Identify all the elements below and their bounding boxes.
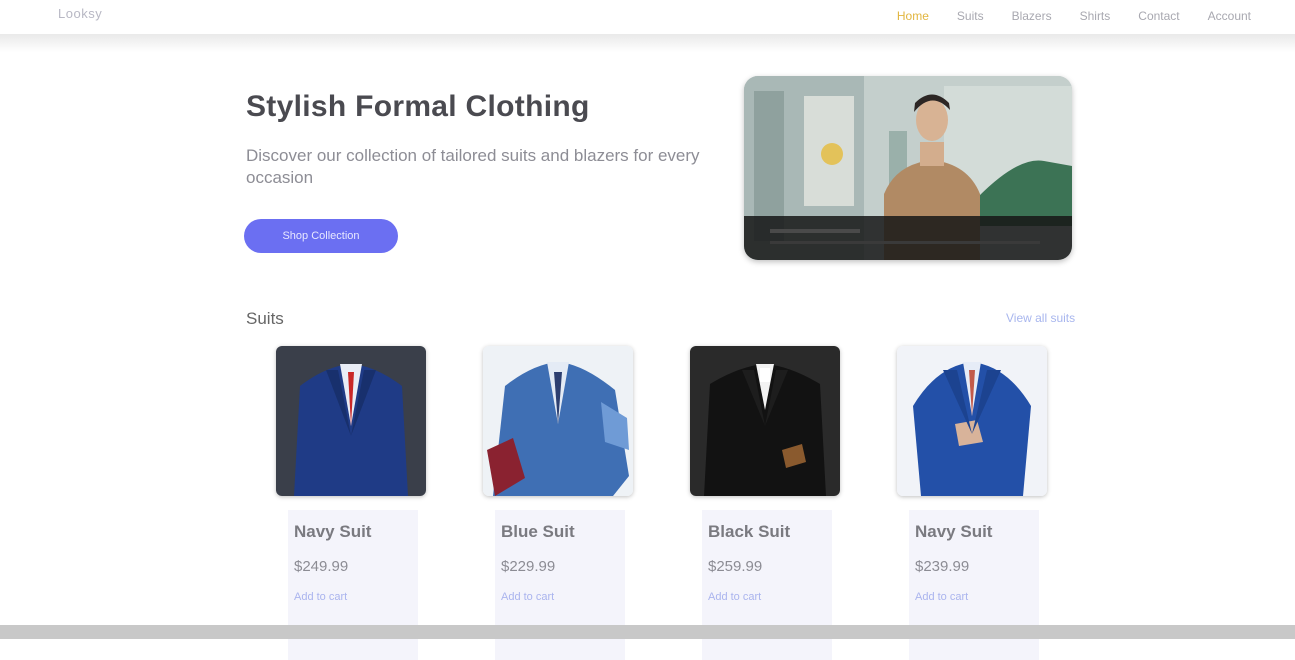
black-suit-image: [690, 346, 840, 496]
product-image[interactable]: [276, 346, 426, 496]
add-to-cart-button[interactable]: Add to cart: [708, 591, 761, 603]
nav-item-suits[interactable]: Suits: [943, 7, 998, 25]
product-card[interactable]: Navy Suit $239.99 Add to cart: [897, 346, 1047, 660]
nav-item-home[interactable]: Home: [883, 7, 943, 25]
bottom-scroll-bar: [0, 625, 1295, 639]
site-logo[interactable]: Looksy: [58, 6, 102, 21]
header-shadow: [0, 34, 1295, 52]
add-to-cart-button[interactable]: Add to cart: [501, 591, 554, 603]
product-image[interactable]: [897, 346, 1047, 496]
product-name[interactable]: Black Suit: [708, 510, 826, 542]
product-card[interactable]: Blue Suit $229.99 Add to cart: [483, 346, 633, 660]
main-nav: Home Suits Blazers Shirts Contact Accoun…: [883, 7, 1265, 25]
add-to-cart-button[interactable]: Add to cart: [294, 591, 347, 603]
product-price: $229.99: [501, 558, 556, 575]
hero-video[interactable]: [744, 76, 1072, 260]
product-name[interactable]: Navy Suit: [294, 510, 412, 542]
product-image[interactable]: [483, 346, 633, 496]
section-title: Suits: [246, 309, 284, 328]
hero-title: Stylish Formal Clothing: [246, 90, 590, 123]
product-image[interactable]: [690, 346, 840, 496]
add-to-cart-button[interactable]: Add to cart: [915, 591, 968, 603]
product-card[interactable]: Black Suit $259.99 Add to cart: [690, 346, 840, 660]
site-header: Looksy Home Suits Blazers Shirts Contact…: [0, 0, 1295, 34]
nav-item-contact[interactable]: Contact: [1124, 7, 1193, 25]
shop-collection-button[interactable]: Shop Collection: [244, 219, 398, 253]
product-price: $239.99: [915, 558, 970, 575]
hero-subtitle: Discover our collection of tailored suit…: [246, 146, 700, 187]
view-all-link[interactable]: View all suits: [1006, 311, 1075, 325]
navy-suit-image: [276, 346, 426, 496]
product-price: $249.99: [294, 558, 349, 575]
product-name[interactable]: Navy Suit: [915, 510, 1033, 542]
nav-item-account[interactable]: Account: [1194, 7, 1265, 25]
nav-item-shirts[interactable]: Shirts: [1066, 7, 1125, 25]
product-price: $259.99: [708, 558, 763, 575]
nav-item-blazers[interactable]: Blazers: [998, 7, 1066, 25]
navy-blue-suit-image: [897, 346, 1047, 496]
hero-video-frame: [744, 76, 1072, 260]
blue-suit-image: [483, 346, 633, 496]
product-card[interactable]: Navy Suit $249.99 Add to cart: [276, 346, 426, 660]
product-name[interactable]: Blue Suit: [501, 510, 619, 542]
